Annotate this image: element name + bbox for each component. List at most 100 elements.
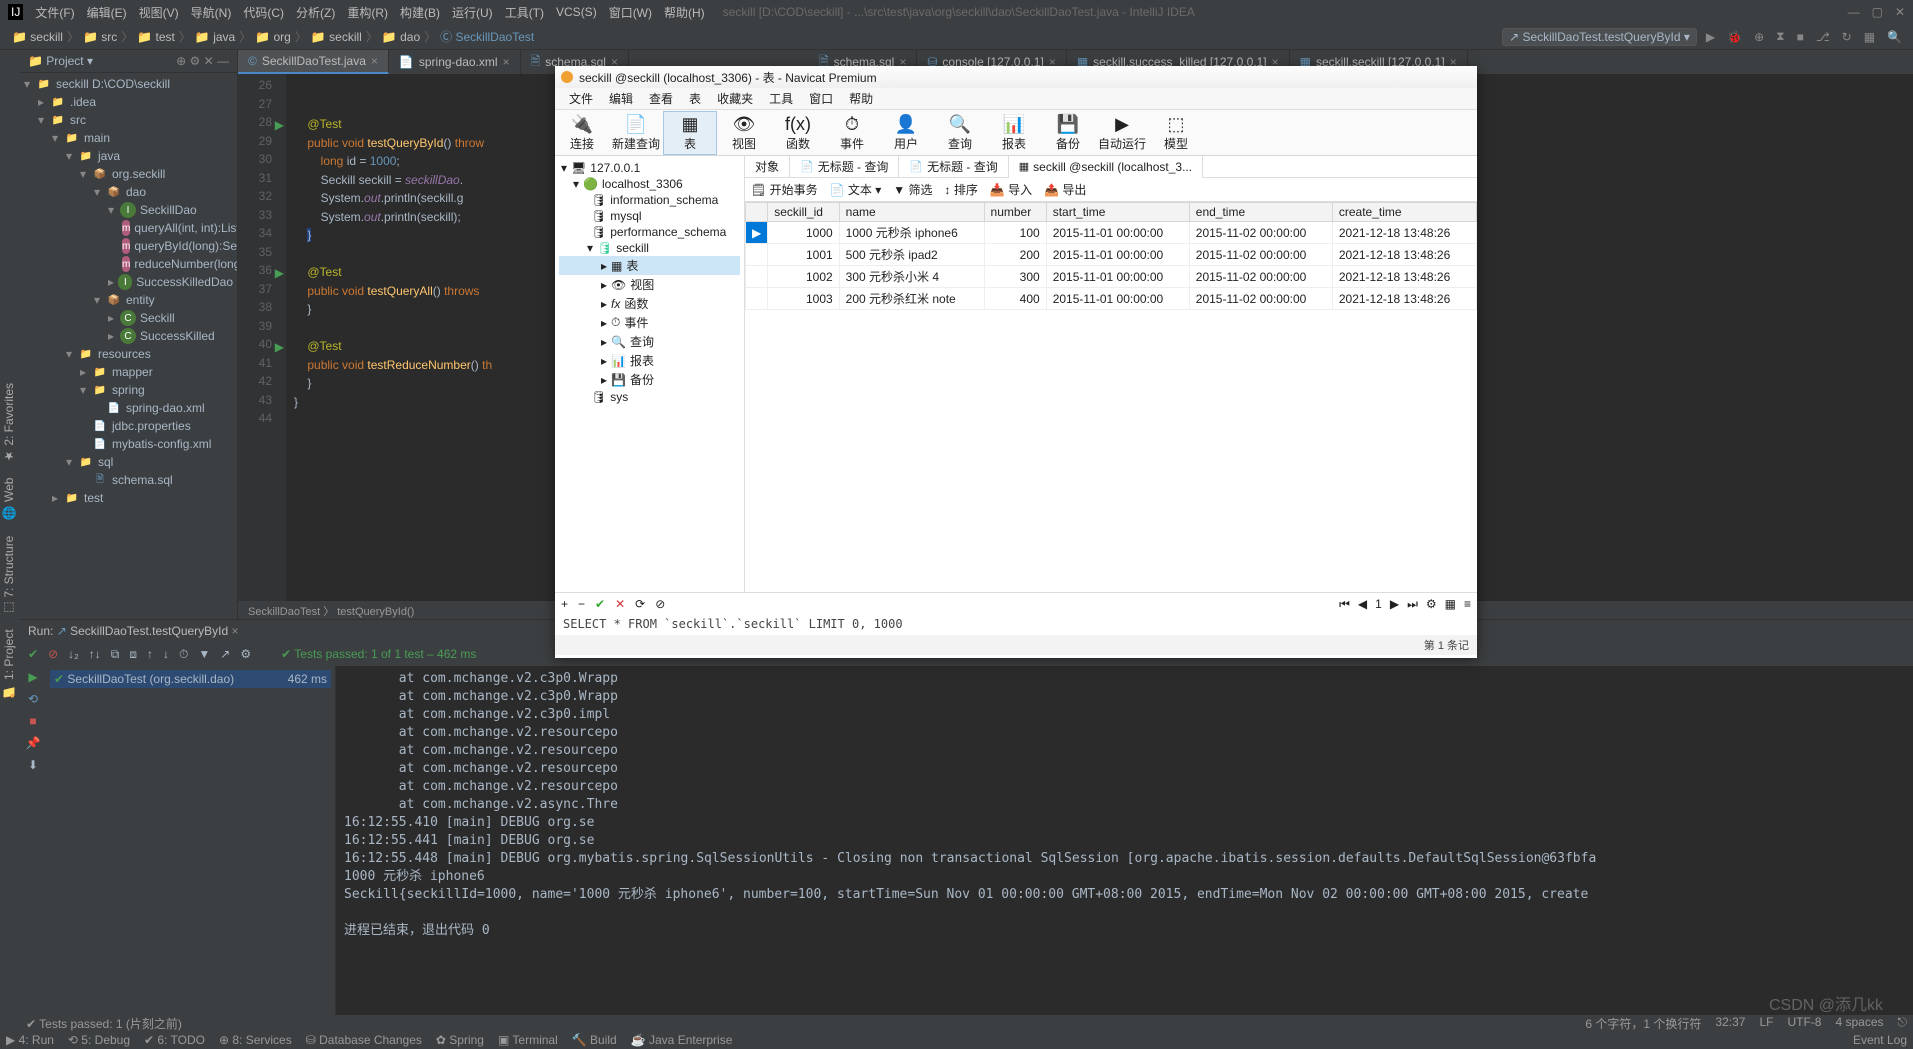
add-row-icon[interactable]: + [561,597,568,611]
tool-button[interactable]: ▶ 4: Run [6,1033,54,1047]
status-pos[interactable]: 32:37 [1715,1015,1745,1032]
nav-tree-node[interactable]: 事件 [624,314,648,331]
tree-item[interactable]: resources [98,347,151,361]
nav-tool-报表[interactable]: 📊报表 [987,111,1041,155]
menu-edit[interactable]: 编辑(E) [81,4,133,21]
editor-tab[interactable]: 📄spring-dao.xml× [389,50,521,74]
nav-tool-函数[interactable]: f(x)函数 [771,111,825,155]
nav-tree-db[interactable]: performance_schema [610,225,726,239]
sort-icon[interactable]: ↓₂ [68,647,79,661]
tree-item[interactable]: entity [126,293,155,307]
maximize-icon[interactable]: ▢ [1872,5,1883,19]
nav-tree-node[interactable]: 查询 [630,333,654,350]
collapse-icon[interactable]: ⧈ [129,647,137,662]
filter-button[interactable]: ▼ 筛选 [893,181,932,198]
tree-item[interactable]: jdbc.properties [112,419,191,433]
nav-tool-视图[interactable]: 👁视图 [717,111,771,155]
menu-build[interactable]: 构建(B) [394,4,446,21]
menu-vcs[interactable]: VCS(S) [550,5,603,19]
nav-tree-node[interactable]: 表 [626,257,638,274]
nav-tree-db[interactable]: seckill [616,241,649,255]
menu-file[interactable]: 文件(F) [29,4,80,21]
tree-item[interactable]: test [84,491,103,505]
table-row[interactable]: ▶ 10001000 元秒杀 iphone6100 2015-11-01 00:… [746,222,1477,244]
status-enc[interactable]: UTF-8 [1787,1015,1821,1032]
test-item[interactable]: SeckillDaoTest (org.seckill.dao) [67,672,234,686]
nav-tree-node[interactable]: 函数 [624,295,648,312]
run-gutter-icon[interactable]: ▶ [274,266,284,276]
crumb[interactable]: Ⓒ SeckillDaoTest [436,28,538,45]
nav-tool-事件[interactable]: ⏱事件 [825,111,879,155]
tree-item[interactable]: org.seckill [112,167,165,181]
status-le[interactable]: LF [1759,1015,1773,1032]
tree-item[interactable]: spring [112,383,145,397]
first-page-icon[interactable]: ⏮ [1339,597,1350,612]
tree-item[interactable]: mybatis-config.xml [112,437,211,451]
col-header[interactable]: start_time [1046,203,1189,222]
tool-button[interactable]: ✔ 6: TODO [144,1033,205,1047]
tree-item[interactable]: SeckillDao [140,203,197,217]
update-icon[interactable]: ↻ [1839,30,1855,44]
prev-icon[interactable]: ↑ [147,647,153,661]
table-row[interactable]: 1001500 元秒杀 ipad2200 2015-11-01 00:00:00… [746,244,1477,266]
structure-tool-button[interactable]: ⬚ 7: Structure [0,529,18,620]
nav-tool-用户[interactable]: 👤用户 [879,111,933,155]
pin-icon[interactable]: 📌 [26,736,41,750]
close-tab-icon[interactable]: × [371,54,378,68]
tree-item[interactable]: src [70,113,86,127]
export-icon[interactable]: ↗ [220,647,230,661]
tree-item[interactable]: schema.sql [112,473,173,487]
tree-item[interactable]: mapper [112,365,153,379]
debug-icon[interactable]: 🐞 [1724,30,1745,44]
nav-tab[interactable]: 📄 无标题 - 查询 [790,156,899,177]
tree-item[interactable]: queryById(long):Seckill [134,239,238,253]
rerun-icon[interactable]: ▶ [28,670,37,684]
tree-item[interactable]: java [98,149,120,163]
tree-item[interactable]: SuccessKilledDao [136,275,233,289]
nav-tree-db[interactable]: sys [610,390,628,404]
nav-tab[interactable]: 对象 [745,156,790,177]
crumb[interactable]: 📁 seckill [8,30,67,44]
stop-icon[interactable]: ■ [1794,30,1807,44]
next-page-icon[interactable]: ▶ [1390,597,1399,611]
col-header[interactable]: name [839,203,984,222]
project-tool-button[interactable]: 📁 1: Project [0,624,18,705]
remove-row-icon[interactable]: − [578,597,585,611]
nav-tree-db[interactable]: information_schema [610,193,718,207]
status-lock-icon[interactable]: ⎋ [1898,1015,1908,1032]
menu-analyze[interactable]: 分析(Z) [290,4,341,21]
run-icon[interactable]: ▶ [1703,30,1718,44]
tool-button[interactable]: ⟲ 5: Debug [68,1033,130,1047]
profile-icon[interactable]: ⧗ [1773,29,1787,44]
menu-view[interactable]: 视图(V) [133,4,185,21]
nav-tool-自动运行[interactable]: ▶自动运行 [1095,111,1149,155]
col-header[interactable]: seckill_id [768,203,839,222]
menu-help[interactable]: 帮助(H) [658,4,711,21]
tree-item[interactable]: main [84,131,110,145]
menu-run[interactable]: 运行(U) [446,4,499,21]
refresh-icon[interactable]: ⟳ [635,597,645,611]
nav-tool-模型[interactable]: ⬚模型 [1149,111,1203,155]
status-indent[interactable]: 4 spaces [1835,1015,1883,1032]
sort-icon[interactable]: ↑↓ [89,647,101,661]
last-page-icon[interactable]: ⏭ [1407,597,1418,612]
import-button[interactable]: 📥 导入 [990,181,1032,198]
nav-menu-help[interactable]: 帮助 [841,90,881,107]
nav-tool-备份[interactable]: 💾备份 [1041,111,1095,155]
close-icon[interactable]: ✕ [1895,5,1905,19]
menu-refactor[interactable]: 重构(R) [341,4,394,21]
nav-tool-连接[interactable]: 🔌连接 [555,111,609,155]
editor-tab[interactable]: ©SeckillDaoTest.java× [238,50,389,74]
event-log-button[interactable]: Event Log [1853,1033,1907,1047]
menu-navigate[interactable]: 导航(N) [185,4,238,21]
tree-item[interactable]: dao [126,185,146,199]
col-header[interactable]: number [984,203,1046,222]
run-gutter-icon[interactable]: ▶ [274,340,284,350]
tool-button[interactable]: ☕ Java Enterprise [631,1033,733,1047]
tree-item[interactable]: SuccessKilled [140,329,215,343]
stop-icon[interactable]: ⊘ [655,597,665,611]
table-row[interactable]: 1002300 元秒杀小米 4300 2015-11-01 00:00:0020… [746,266,1477,288]
crumb[interactable]: 📁 src [79,30,121,44]
tool-button[interactable]: 🔨 Build [572,1033,617,1047]
tree-item[interactable]: spring-dao.xml [126,401,205,415]
